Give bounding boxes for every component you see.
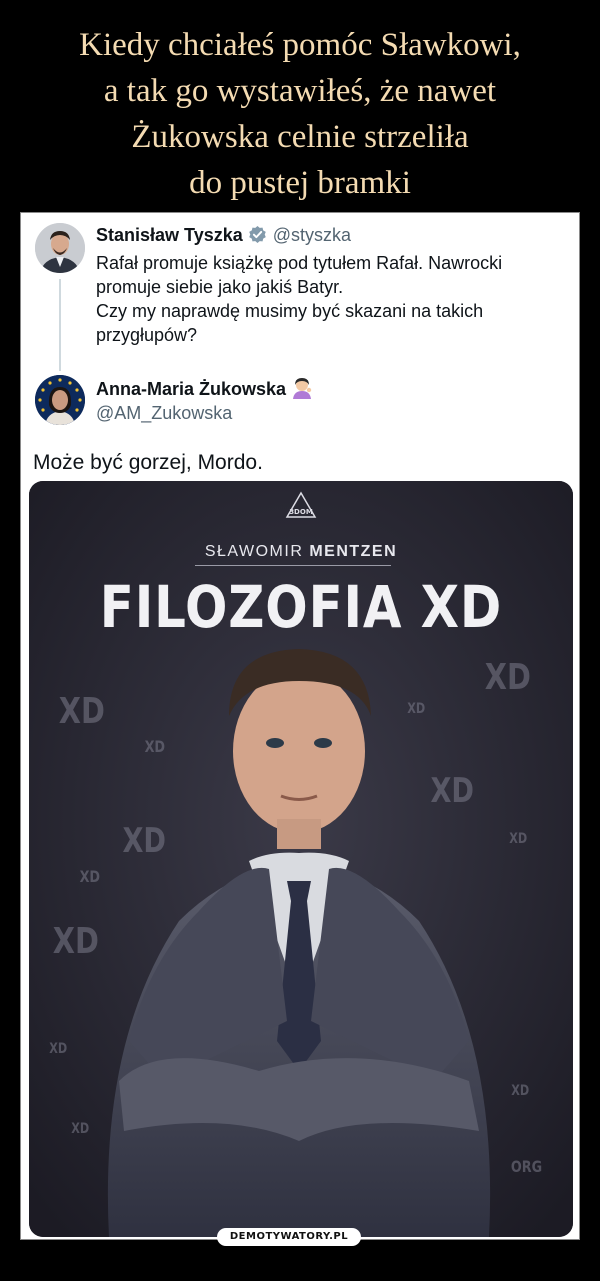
xd-pattern: XD	[71, 1121, 90, 1137]
book-divider	[195, 565, 391, 566]
xd-pattern: XD	[407, 701, 426, 717]
book-author-last: MENTZEN	[309, 543, 398, 560]
meme-title: Kiedy chciałeś pomóc Sławkowi, a tak go …	[79, 27, 521, 201]
book-title: FILOZOFIA XD	[99, 573, 503, 641]
person-tipping-hand-emoji-icon	[291, 377, 313, 404]
tweet-text-line: Rafał promuje książkę pod tytułem Rafał.…	[96, 253, 503, 273]
reply-text: Może być gorzej, Mordo.	[33, 451, 263, 474]
tweet-text-line: promuje siebie jako jakiś Batyr.	[96, 277, 344, 297]
watermark[interactable]: DEMOTYWATORY.PL	[217, 1228, 361, 1246]
author-name[interactable]: Stanisław Tyszka	[96, 225, 243, 245]
author-handle[interactable]: @AM_Zukowska	[96, 403, 232, 424]
avatar-am-zukowska[interactable]	[35, 375, 85, 425]
xd-pattern: XD	[511, 1083, 530, 1099]
book-author-first: SŁAWOMIR	[204, 543, 304, 560]
tweet-header: Anna-Maria Żukowska	[96, 377, 313, 404]
xd-pattern: XD	[49, 1041, 68, 1057]
xd-pattern: XD	[52, 921, 99, 962]
xd-pattern: XD	[79, 867, 101, 886]
xd-pattern: XD	[484, 657, 531, 698]
verified-badge-icon	[248, 225, 267, 249]
avatar-styszka-image	[35, 223, 85, 273]
avatar-styszka[interactable]	[35, 223, 85, 273]
avatar-am-zukowska-image	[35, 375, 85, 425]
tweet-text-line: Czy my naprawdę musimy być skazani na ta…	[96, 301, 484, 321]
tweet-text: Rafał promuje książkę pod tytułem Rafał.…	[96, 251, 571, 347]
tweet-header: Stanisław Tyszka @styszka	[96, 225, 351, 249]
book-author: SŁAWOMIR MENTZEN	[29, 543, 573, 561]
xd-pattern: XD	[58, 691, 105, 732]
publisher-logo-text: 3DOM	[289, 508, 313, 516]
tweet-text-line: przygłupów?	[96, 325, 198, 345]
tweet-screenshot: Stanisław Tyszka @styszka Rafał promuje k…	[20, 212, 580, 1240]
corner-watermark: ORG	[510, 1157, 543, 1176]
xd-pattern: XD	[144, 737, 166, 756]
xd-pattern: XD	[430, 771, 474, 811]
author-handle[interactable]: @styszka	[273, 225, 351, 245]
xd-pattern: XD	[122, 821, 166, 861]
author-name[interactable]: Anna-Maria Żukowska	[96, 379, 286, 399]
publisher-logo: 3DOM	[285, 491, 317, 519]
xd-pattern: XD	[509, 831, 528, 847]
book-cover-image[interactable]: 3DOM SŁAWOMIR MENTZEN FILOZOFIA XD XD XD…	[29, 481, 573, 1237]
thread-line	[59, 279, 61, 371]
